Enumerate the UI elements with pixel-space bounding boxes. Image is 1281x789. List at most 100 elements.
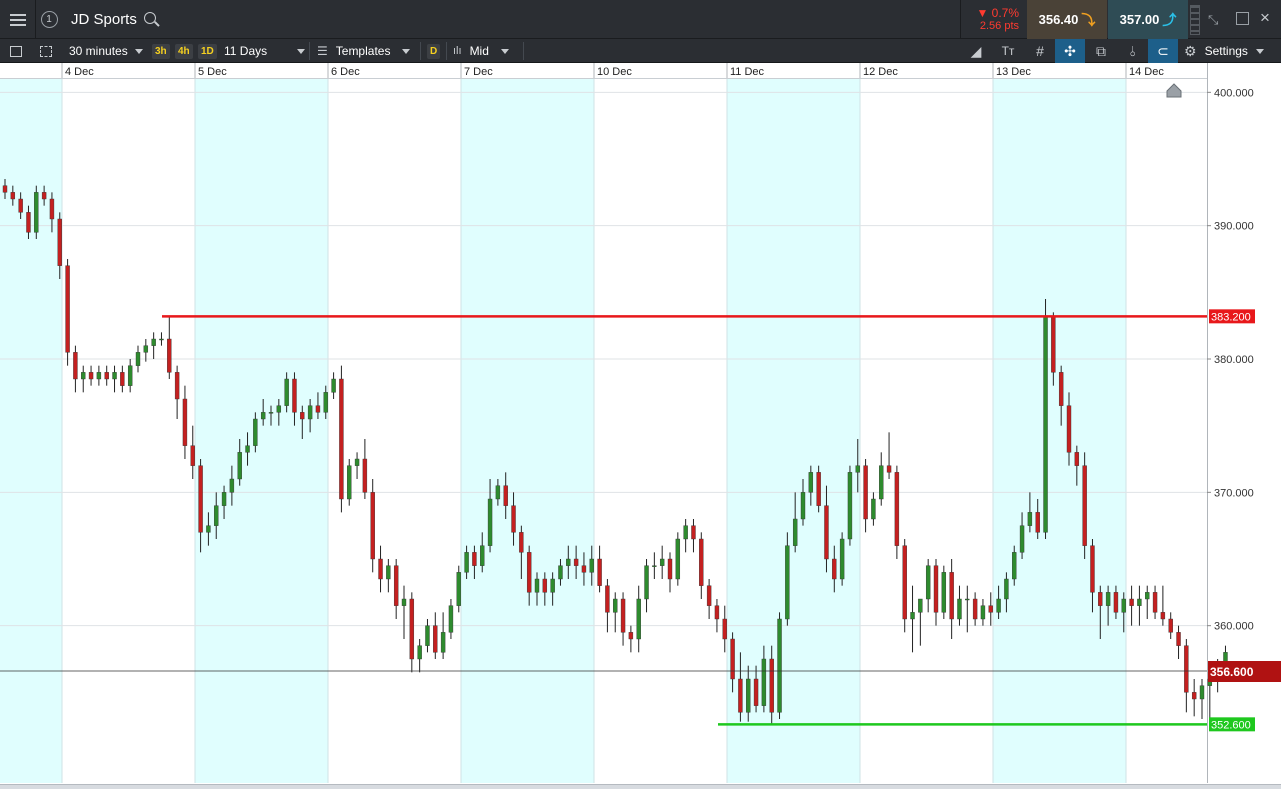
candle-down (167, 338, 172, 373)
candle-down (824, 505, 829, 560)
candle-down (378, 558, 383, 580)
candle-down (190, 445, 195, 466)
candle-down (2, 185, 8, 193)
candle-up (683, 525, 688, 540)
candle-up (1004, 578, 1009, 600)
candle-down (41, 192, 47, 200)
sell-price-button[interactable]: 356.40 ⤵ (1027, 0, 1107, 39)
candle-up (1105, 592, 1111, 606)
date-label: 14 Dec (1129, 66, 1164, 78)
candle-up (425, 625, 430, 646)
candle-up (652, 565, 657, 567)
top-bar: 1 JD Sports ▼ 0.7% 2.56 pts 356.40 ⤵ 357.… (0, 0, 1281, 39)
candle-up (229, 478, 235, 493)
candle-up (1121, 598, 1126, 613)
candle-down (620, 598, 626, 633)
crosshair-icon[interactable]: ✣ (1055, 39, 1085, 63)
buy-price-button[interactable]: 357.00 ⤴ (1108, 0, 1188, 39)
interval-3h-button[interactable]: 3h (152, 39, 170, 63)
candle-up (980, 605, 986, 620)
popout-icon[interactable] (1236, 12, 1249, 25)
interval-1d-button[interactable]: 1D (198, 39, 217, 63)
candle-up (260, 412, 266, 420)
candle-up (808, 472, 814, 493)
price-tag-icon[interactable]: ⊂ (1148, 39, 1178, 63)
candle-up (761, 658, 767, 706)
buy-price: 357.00 (1119, 12, 1160, 27)
candle-up (1012, 552, 1017, 580)
price-chart[interactable]: 4 Dec 5 Dec 6 Dec 7 Dec 10 Dec 11 Dec 12 Dec 13… (0, 63, 1281, 789)
templates-icon: ☰ (317, 44, 328, 58)
market-depth-icon[interactable] (1190, 5, 1200, 35)
candle-down (730, 638, 735, 680)
chevron-down-icon (297, 48, 306, 54)
order-level-icon[interactable]: ⫰ (1118, 39, 1148, 63)
candle-up (918, 598, 923, 613)
candle-down (1191, 692, 1197, 700)
candle-up (143, 345, 149, 353)
windows-icon[interactable]: ⧉ (1086, 39, 1116, 63)
collapse-icon[interactable]: ⤡ (1208, 12, 1222, 27)
candle-up (386, 565, 391, 580)
candle-down (511, 505, 516, 533)
chart-toolbar: 30 minutes 3h 4h 1D 11 Days ☰ Templates D… (0, 39, 1281, 63)
candle-down (1160, 612, 1166, 620)
candle-down (198, 465, 203, 533)
candle-down (769, 658, 774, 713)
candle-up (96, 372, 102, 380)
candle-up (487, 498, 493, 546)
price-mode-select[interactable]: ılı Mid (453, 39, 509, 63)
candle-up (965, 598, 970, 601)
instrument-name[interactable]: JD Sports (71, 11, 137, 28)
candle-down (894, 472, 900, 546)
candle-up (566, 558, 571, 566)
candle-down (104, 372, 109, 380)
candle-up (746, 678, 751, 713)
candle-down (1184, 645, 1189, 693)
search-icon[interactable] (144, 12, 156, 24)
instrument-info-icon[interactable]: 1 (36, 0, 62, 39)
list-icon[interactable] (10, 39, 22, 63)
price-tick-label: 360.000 (1214, 621, 1254, 633)
grid-icon[interactable]: # (1025, 39, 1055, 63)
d-badge-button[interactable]: D (427, 39, 441, 63)
toolbar-divider (420, 42, 421, 60)
candle-up (495, 485, 501, 500)
hamburger-menu-icon[interactable] (0, 0, 36, 39)
range-select[interactable]: 11 Days (224, 39, 306, 63)
candle-up (1137, 598, 1142, 606)
candle-down (628, 632, 634, 640)
candle-up (284, 378, 289, 406)
candle-up (237, 452, 242, 480)
change-points: 2.56 pts (979, 20, 1019, 32)
candle-up (214, 505, 219, 526)
candle-down (526, 552, 532, 593)
candlestick-chart[interactable]: 4 Dec 5 Dec 6 Dec 7 Dec 10 Dec 11 Dec 12 Dec 13… (0, 63, 1281, 784)
candle-up (910, 612, 915, 620)
date-label: 10 Dec (597, 66, 632, 78)
drawing-tool-icon[interactable]: ◢ (961, 39, 991, 63)
down-arrow-icon: ⤵ (1081, 11, 1096, 28)
interval-4h-button[interactable]: 4h (175, 39, 193, 63)
candle-up (644, 565, 649, 600)
layout-icon[interactable] (40, 39, 52, 63)
toolbar-divider (523, 42, 524, 60)
price-tick-label: 370.000 (1214, 487, 1254, 499)
candle-down (519, 532, 524, 553)
candle-up (847, 472, 853, 540)
candle-down (409, 598, 415, 660)
candle-down (714, 605, 720, 620)
text-tool-icon[interactable]: Tт (993, 39, 1023, 63)
candle-up (1043, 316, 1048, 533)
candle-up (245, 445, 250, 453)
candle-down (292, 378, 297, 413)
settings-select[interactable]: ⚙ Settings (1184, 39, 1264, 63)
candle-down (816, 472, 821, 506)
templates-select[interactable]: ☰ Templates (317, 39, 411, 63)
close-icon[interactable]: × (1260, 8, 1270, 28)
candle-up (996, 598, 1001, 613)
up-arrow-icon: ⤴ (1162, 11, 1177, 28)
candle-up (456, 572, 461, 606)
candle-down (1113, 592, 1119, 613)
interval-select[interactable]: 30 minutes (69, 39, 143, 63)
